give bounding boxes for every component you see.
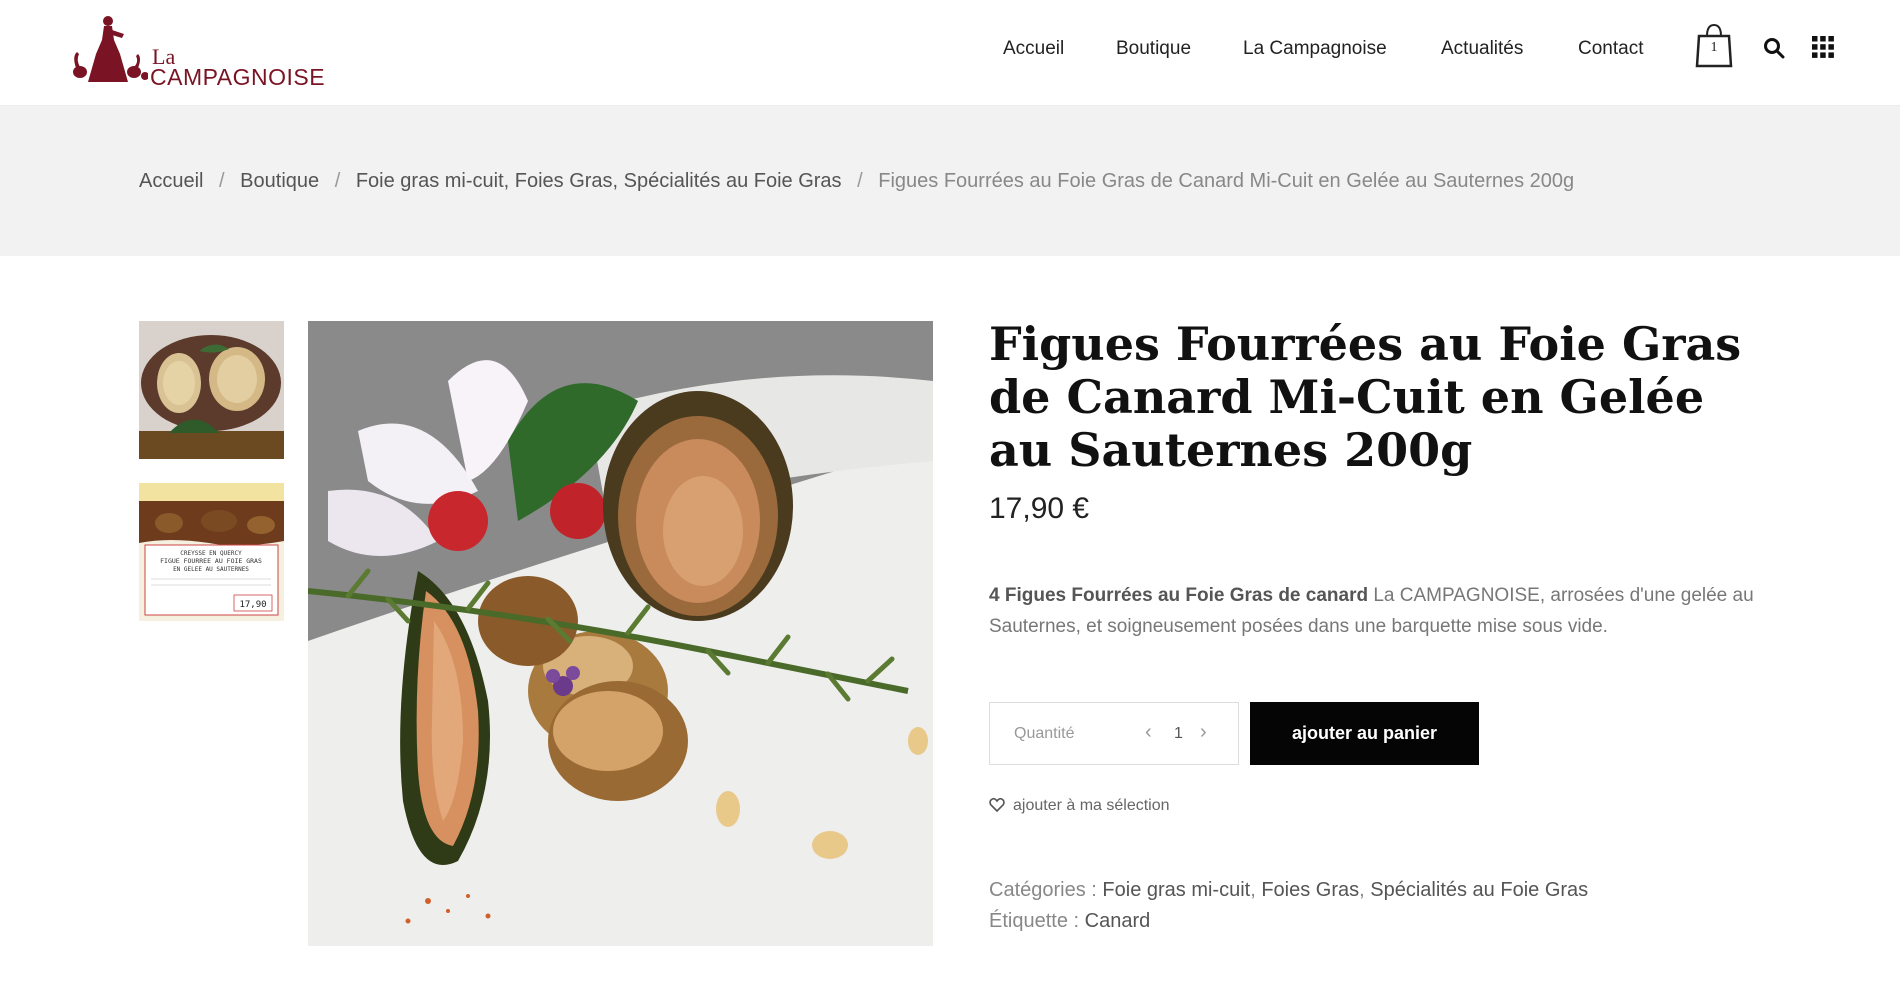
tag-link[interactable]: Canard xyxy=(1085,910,1151,932)
breadcrumb-current: Figues Fourrées au Foie Gras de Canard M… xyxy=(878,170,1575,192)
thumbnail-label-line: EN GELEE AU SAUTERNES xyxy=(173,566,249,573)
category-link[interactable]: Foies Gras xyxy=(1261,879,1359,901)
cart-button[interactable]: 1 xyxy=(1694,20,1734,70)
quantity-decrease-chevron-left-icon[interactable]: ‹ xyxy=(1145,721,1152,744)
thumbnail-label-line: FIGUE FOURREE AU FOIE GRAS xyxy=(160,557,262,565)
categories-label: Catégories : xyxy=(989,879,1097,901)
product-title: Figues Fourrées au Foie Gras de Canard M… xyxy=(989,317,1742,477)
stuffed-figs-dish-photo xyxy=(308,321,933,946)
product-main-image[interactable] xyxy=(308,321,933,946)
search-button[interactable] xyxy=(1762,36,1786,60)
product-description: 4 Figues Fourrées au Foie Gras de canard… xyxy=(989,580,1759,642)
thumbnail-price-tag: 17,90 xyxy=(239,600,266,610)
product-description-bold: 4 Figues Fourrées au Foie Gras de canard xyxy=(989,585,1369,606)
nav-la-campagnoise[interactable]: La Campagnoise xyxy=(1243,38,1387,60)
tag-label: Étiquette : xyxy=(989,910,1080,932)
breadcrumb-separator: / xyxy=(857,170,863,192)
product-price: 17,90 € xyxy=(989,492,1090,525)
quantity-increase-chevron-right-icon[interactable]: › xyxy=(1200,721,1207,744)
stuffed-fig-photo-thumbnail xyxy=(139,321,284,459)
grid-menu-button[interactable] xyxy=(1812,36,1834,58)
thumbnail-label-line: CREYSSE EN QUERCY xyxy=(180,550,242,557)
category-link[interactable]: Spécialités au Foie Gras xyxy=(1370,879,1588,901)
breadcrumb-separator: / xyxy=(334,170,341,192)
logo-text-name: CAMPAGNOISE xyxy=(150,64,326,90)
site-header: La CAMPAGNOISE Accueil Boutique La Campa… xyxy=(0,0,1900,106)
product-thumbnail-1[interactable] xyxy=(139,321,284,459)
heart-icon xyxy=(989,797,1005,813)
wishlist-label: ajouter à ma sélection xyxy=(1013,797,1170,814)
breadcrumb-band: Accueil / Boutique / Foie gras mi-cuit, … xyxy=(0,106,1900,256)
nav-accueil[interactable]: Accueil xyxy=(1003,38,1064,60)
product-thumbnail-2[interactable]: CREYSSE EN QUERCY FIGUE FOURREE AU FOIE … xyxy=(139,483,284,621)
quantity-value[interactable]: 1 xyxy=(1174,725,1183,743)
quantity-label: Quantité xyxy=(1014,725,1075,742)
breadcrumb-separator: / xyxy=(219,170,225,192)
quantity-stepper[interactable]: Quantité ‹ 1 › xyxy=(989,702,1239,765)
breadcrumb: Accueil / Boutique / Foie gras mi-cuit, … xyxy=(139,170,1574,193)
nav-contact[interactable]: Contact xyxy=(1578,38,1643,60)
breadcrumb-accueil[interactable]: Accueil xyxy=(139,170,203,192)
add-to-cart-button[interactable]: ajouter au panier xyxy=(1250,702,1479,765)
breadcrumb-boutique[interactable]: Boutique xyxy=(240,170,319,192)
cart-count-badge: 1 xyxy=(1710,40,1718,55)
grid-menu-icon xyxy=(1812,36,1834,58)
nav-actualites[interactable]: Actualités xyxy=(1441,38,1523,60)
category-link[interactable]: Foie gras mi-cuit xyxy=(1102,879,1250,901)
product-package-photo-thumbnail: CREYSSE EN QUERCY FIGUE FOURREE AU FOIE … xyxy=(139,483,284,621)
nav-boutique[interactable]: Boutique xyxy=(1116,38,1191,60)
lady-with-geese-logo-icon xyxy=(73,16,148,82)
site-logo[interactable]: La CAMPAGNOISE xyxy=(68,12,325,92)
product-categories: Catégories : Foie gras mi-cuit, Foies Gr… xyxy=(989,879,1589,901)
search-icon xyxy=(1764,38,1785,59)
product-tags: Étiquette : Canard xyxy=(989,910,1150,933)
breadcrumb-category[interactable]: Foie gras mi-cuit, Foies Gras, Spécialit… xyxy=(356,170,842,192)
add-to-wishlist-link[interactable]: ajouter à ma sélection xyxy=(989,797,1170,815)
